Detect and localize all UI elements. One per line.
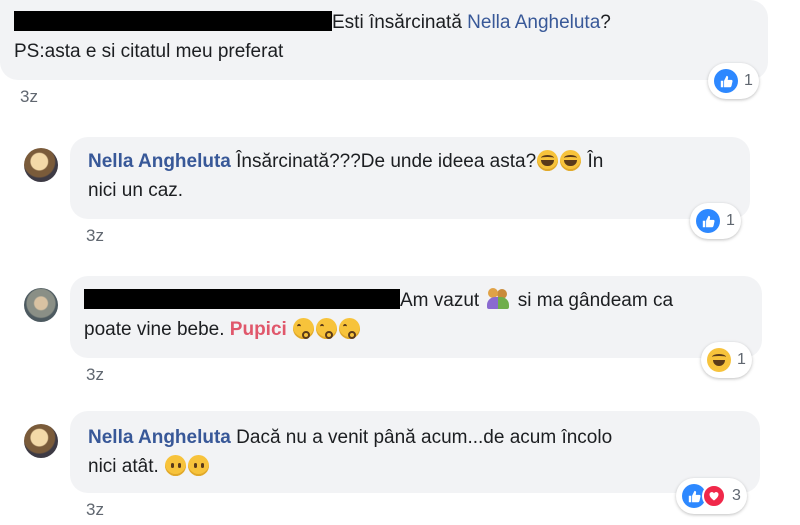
comment-text: ? [600, 12, 611, 33]
comment-bubble: Nella Angheluta Însărcinată???De unde id… [70, 137, 750, 219]
comment-text: Am vazut [400, 290, 485, 311]
reaction-summary[interactable]: 3 [676, 478, 747, 514]
comment-line: Nella Angheluta Dacă nu a venit până acu… [88, 423, 760, 452]
emphasized-text: Pupici [229, 319, 287, 340]
avatar[interactable] [24, 288, 58, 322]
comment-timestamp[interactable]: 3z [86, 226, 104, 246]
comment-timestamp[interactable]: 3z [86, 365, 104, 385]
reaction-count: 1 [737, 351, 746, 368]
mention-link[interactable]: Nella Angheluta [467, 12, 600, 33]
comment-line: Esti însărcinată Nella Angheluta? [14, 8, 768, 37]
like-icon [696, 209, 720, 233]
grinning-emoji-icon [537, 150, 559, 171]
no-mouth-emoji-icon [165, 455, 187, 476]
reaction-count: 3 [732, 487, 741, 504]
comment-bubble: Nella Angheluta Dacă nu a venit până acu… [70, 411, 760, 493]
kissing-emoji-icon [339, 318, 361, 339]
comment-text: Esti însărcinată [332, 12, 468, 33]
grinning-emoji-icon [560, 150, 582, 171]
comment-line-2: nici atât. [88, 452, 760, 481]
like-icon [714, 69, 738, 93]
couple-emoji-icon [487, 286, 510, 310]
love-icon [702, 484, 726, 508]
comment-line: Am vazut si ma gândeam ca [84, 286, 762, 315]
reaction-summary[interactable]: 1 [690, 203, 741, 239]
comment-timestamp[interactable]: 3z [86, 500, 104, 520]
redacted-author-name [84, 289, 400, 309]
comment-text: poate vine bebe. [84, 319, 230, 340]
reaction-summary[interactable]: 1 [701, 342, 752, 378]
reaction-summary[interactable]: 1 [708, 63, 759, 99]
comment-text: nici atât. [88, 456, 165, 477]
no-mouth-emoji-icon [188, 455, 210, 476]
haha-icon [707, 348, 731, 372]
comment-bubble: Am vazut si ma gândeam ca poate vine beb… [70, 276, 762, 358]
kissing-emoji-icon [316, 318, 338, 339]
avatar[interactable] [24, 148, 58, 182]
redacted-author-name [14, 11, 332, 31]
author-name[interactable]: Nella Angheluta [88, 427, 231, 448]
reaction-count: 1 [744, 72, 753, 89]
comment-timestamp[interactable]: 3z [20, 87, 38, 107]
comment-text: Însărcinată???De unde ideea asta? [236, 151, 537, 172]
kissing-emoji-icon [293, 318, 315, 339]
comment-line-2: poate vine bebe. Pupici [84, 315, 762, 344]
comment-line: Nella Angheluta Însărcinată???De unde id… [88, 147, 750, 176]
comment-text: Dacă nu a venit până acum...de acum înco… [236, 427, 613, 448]
author-name[interactable]: Nella Angheluta [88, 151, 231, 172]
comment-text: si ma gândeam ca [512, 290, 674, 311]
reaction-count: 1 [726, 212, 735, 229]
avatar[interactable] [24, 424, 58, 458]
comment-bubble: Esti însărcinată Nella Angheluta? PS:ast… [0, 0, 768, 80]
comment-text: În [587, 151, 604, 172]
comment-text-line-2: nici un caz. [88, 180, 184, 201]
comment-text-line-2: PS:asta e si citatul meu preferat [14, 41, 284, 62]
